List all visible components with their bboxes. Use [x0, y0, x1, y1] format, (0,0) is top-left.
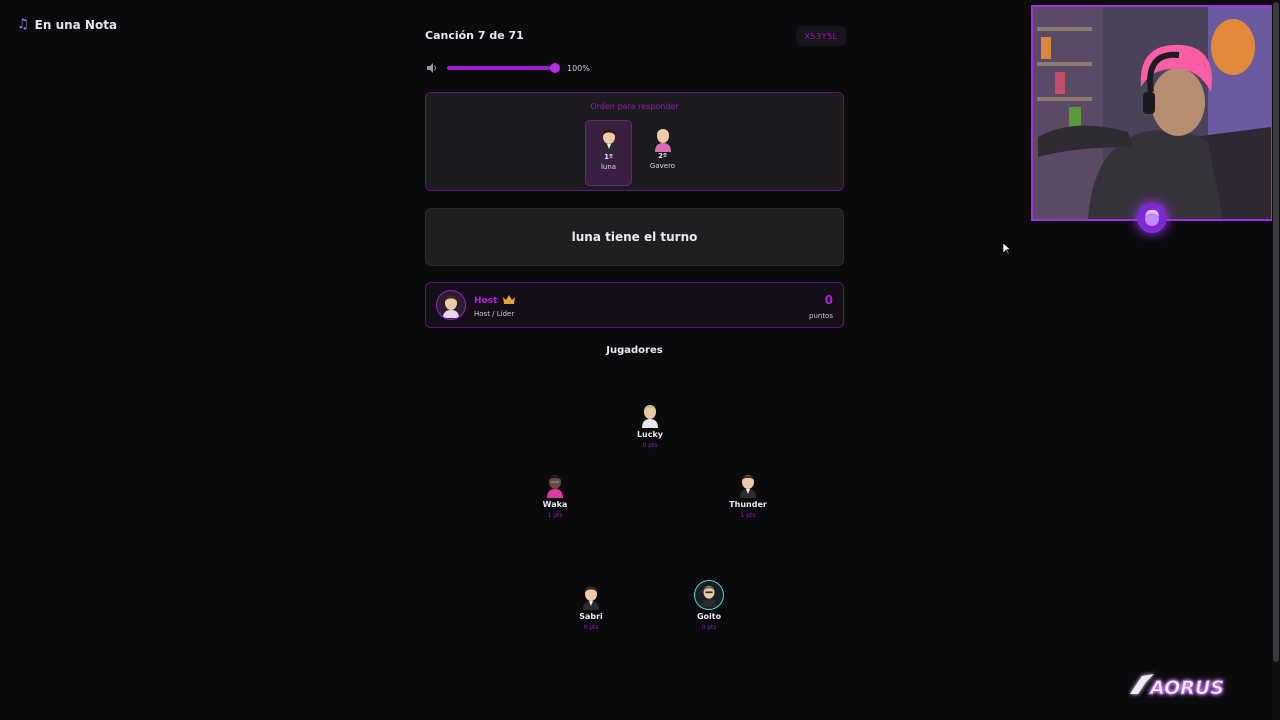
order-player-name: luna	[600, 163, 617, 171]
host-name: Host	[474, 296, 498, 306]
speaker-icon[interactable]	[426, 62, 438, 74]
player-avatar	[740, 475, 756, 498]
player-name: Sabri	[579, 612, 603, 621]
order-player-name: Gavero	[649, 162, 676, 170]
song-counter: Canción 7 de 71	[425, 29, 524, 42]
player-thunder: Thunder 1 pts	[713, 472, 783, 519]
order-item-luna: 1º luna	[585, 120, 632, 186]
answer-order-title: Orden para responder	[590, 102, 679, 111]
player-name: Thunder	[729, 500, 767, 509]
player-name: Waka	[542, 500, 568, 509]
player-avatar	[642, 405, 658, 428]
host-points: 0	[824, 293, 833, 307]
player-sabri: Sabri 0 pts	[556, 584, 626, 631]
aorus-logo: AORUS	[1128, 668, 1246, 706]
player-points: 0 pts	[583, 624, 599, 631]
player-points: 0 pts	[642, 442, 658, 449]
player-name: Lucky	[636, 430, 664, 439]
volume-slider-handle[interactable]	[550, 63, 560, 73]
aorus-logo-text: AORUS	[1148, 677, 1224, 699]
player-waka: Waka 1 pts	[520, 472, 590, 519]
host-points-label: puntos	[809, 312, 833, 320]
webcam-feed	[1033, 7, 1271, 219]
volume-control: 100%	[426, 62, 590, 74]
host-name-row: Host	[474, 295, 516, 307]
answer-order-panel: Orden para responder 1º luna 2º Gavero	[425, 92, 844, 191]
turn-panel: luna tiene el turno	[425, 208, 844, 266]
player-avatar	[654, 129, 671, 152]
room-code-badge[interactable]: X53Y5L	[796, 26, 846, 46]
player-points: 1 pts	[547, 512, 563, 519]
scrollbar-thumb[interactable]	[1273, 2, 1279, 662]
order-position: 1º	[604, 153, 613, 161]
turn-message: luna tiene el turno	[571, 230, 698, 244]
player-avatar	[600, 129, 617, 153]
mouse-cursor-icon	[1002, 240, 1012, 259]
app-brand[interactable]: ♫ En una Nota	[17, 17, 117, 32]
players-title: Jugadores	[606, 345, 663, 356]
player-avatar	[701, 585, 717, 607]
volume-value: 100%	[567, 63, 590, 73]
crown-icon	[503, 295, 516, 307]
host-avatar	[436, 290, 466, 320]
order-position: 2º	[658, 152, 667, 160]
player-name: Goito	[696, 612, 722, 621]
app-title: En una Nota	[34, 17, 118, 32]
order-item-gavero: 2º Gavero	[639, 120, 686, 186]
host-role: Host / Líder	[474, 310, 515, 318]
music-note-icon: ♫	[17, 17, 29, 32]
volume-slider[interactable]	[447, 63, 560, 73]
streamer-badge-icon	[1137, 203, 1167, 233]
player-avatar	[583, 586, 599, 610]
host-card: Host Host / Líder 0 puntos	[425, 282, 844, 328]
volume-slider-fill	[447, 66, 555, 70]
player-avatar	[547, 475, 563, 498]
webcam-overlay	[1031, 5, 1273, 221]
player-lucky: Lucky 0 pts	[615, 402, 685, 449]
player-points: 1 pts	[740, 512, 756, 519]
player-avatar-ring	[694, 580, 724, 610]
player-goito: Goito 0 pts	[674, 580, 744, 631]
player-points: 0 pts	[701, 624, 717, 631]
page-scrollbar[interactable]	[1272, 0, 1280, 720]
